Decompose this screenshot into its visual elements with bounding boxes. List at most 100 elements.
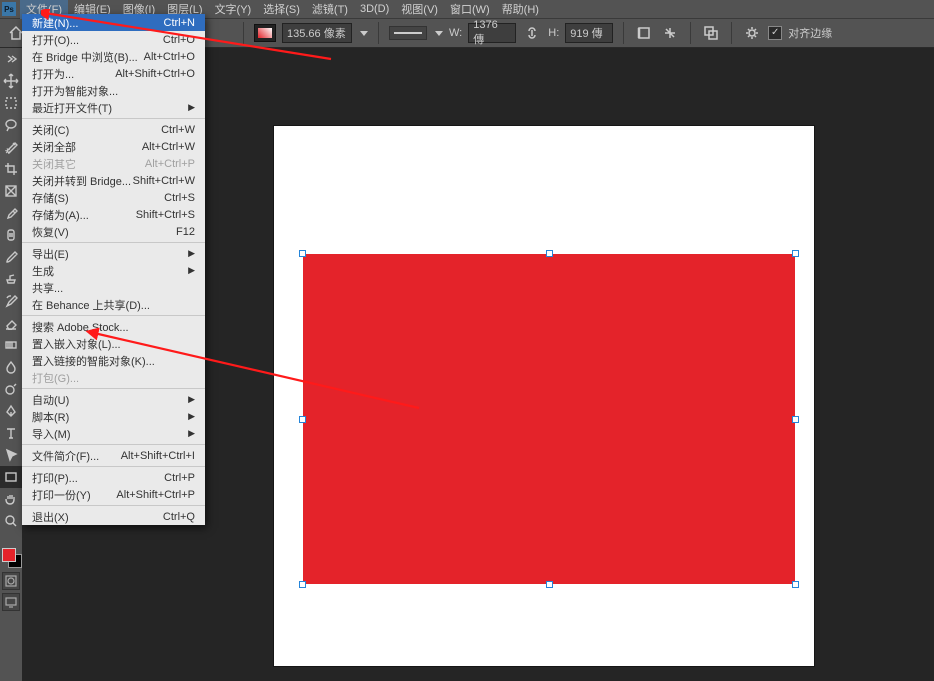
file-menu-item[interactable]: 打开(O)...Ctrl+O — [22, 31, 205, 48]
file-menu-item[interactable]: 关闭(C)Ctrl+W — [22, 121, 205, 138]
stroke-preview[interactable] — [389, 26, 427, 40]
file-menu-item[interactable]: 生成▶ — [22, 262, 205, 279]
transform-handle[interactable] — [299, 581, 306, 588]
file-menu-item[interactable]: 新建(N)...Ctrl+N — [22, 14, 205, 31]
file-menu-item[interactable]: 存储为(A)...Shift+Ctrl+S — [22, 206, 205, 223]
file-menu-item[interactable]: 打印一份(Y)Alt+Shift+Ctrl+P — [22, 486, 205, 503]
transform-handle[interactable] — [792, 581, 799, 588]
quickmask-icon[interactable] — [2, 572, 20, 590]
healing-brush-tool[interactable] — [0, 224, 22, 246]
color-swatches[interactable] — [2, 548, 22, 568]
file-menu-item[interactable]: 退出(X)Ctrl+Q — [22, 508, 205, 525]
submenu-arrow-icon: ▶ — [188, 411, 195, 422]
align-edges-checkbox[interactable] — [768, 26, 782, 40]
align-edges-label: 对齐边缘 — [788, 25, 832, 41]
hand-tool[interactable] — [0, 488, 22, 510]
transform-handle[interactable] — [792, 416, 799, 423]
menu-item-label: 自动(U) — [32, 392, 69, 408]
tool-rail — [0, 48, 22, 532]
width-field[interactable]: 1376 傳 — [468, 23, 516, 43]
transform-handle[interactable] — [546, 250, 553, 257]
type-tool[interactable] — [0, 422, 22, 444]
menu-filter[interactable]: 滤镜(T) — [306, 0, 354, 19]
lasso-tool[interactable] — [0, 114, 22, 136]
crop-tool[interactable] — [0, 158, 22, 180]
app-logo: Ps — [2, 2, 16, 16]
menu-item-shortcut: Alt+Ctrl+O — [144, 51, 195, 63]
screenmode-icon[interactable] — [2, 593, 20, 611]
zoom-value[interactable]: 135.66 像素 — [282, 23, 352, 43]
eraser-tool[interactable] — [0, 312, 22, 334]
document-canvas[interactable] — [274, 126, 814, 666]
frame-tool[interactable] — [0, 180, 22, 202]
transform-handle[interactable] — [792, 250, 799, 257]
file-menu-item[interactable]: 文件简介(F)...Alt+Shift+Ctrl+I — [22, 447, 205, 464]
history-brush-tool[interactable] — [0, 290, 22, 312]
align-edges-icon[interactable] — [660, 23, 680, 43]
submenu-arrow-icon: ▶ — [188, 102, 195, 113]
marquee-tool[interactable] — [0, 92, 22, 114]
menu-item-label: 新建(N)... — [32, 15, 78, 31]
align-left-icon[interactable] — [634, 23, 654, 43]
menu-select[interactable]: 选择(S) — [257, 0, 306, 19]
menu-type[interactable]: 文字(Y) — [209, 0, 258, 19]
link-icon[interactable] — [522, 23, 542, 43]
file-menu-item[interactable]: 打印(P)...Ctrl+P — [22, 469, 205, 486]
file-menu-item[interactable]: 共享... — [22, 279, 205, 296]
menu-item-label: 退出(X) — [32, 509, 69, 525]
transform-handle[interactable] — [299, 250, 306, 257]
menu-item-label: 存储为(A)... — [32, 207, 89, 223]
path-ops-icon[interactable] — [701, 23, 721, 43]
file-menu-item[interactable]: 打开为智能对象... — [22, 82, 205, 99]
file-menu-item[interactable]: 在 Bridge 中浏览(B)...Alt+Ctrl+O — [22, 48, 205, 65]
zoom-tool[interactable] — [0, 510, 22, 532]
menu-item-label: 关闭并转到 Bridge... — [32, 173, 131, 189]
zoom-dropdown-icon[interactable] — [360, 31, 368, 36]
file-menu-item[interactable]: 导出(E)▶ — [22, 245, 205, 262]
height-field[interactable]: 919 傳 — [565, 23, 613, 43]
path-select-tool[interactable] — [0, 444, 22, 466]
file-menu-dropdown: 新建(N)...Ctrl+N打开(O)...Ctrl+O在 Bridge 中浏览… — [22, 14, 205, 525]
file-menu-item[interactable]: 在 Behance 上共享(D)... — [22, 296, 205, 313]
file-menu-item[interactable]: 导入(M)▶ — [22, 425, 205, 442]
file-menu-item[interactable]: 置入嵌入对象(L)... — [22, 335, 205, 352]
height-label: H: — [548, 27, 559, 39]
menu-item-label: 打印(P)... — [32, 470, 78, 486]
collapse-icon[interactable] — [0, 48, 22, 70]
pen-tool[interactable] — [0, 400, 22, 422]
transform-handle[interactable] — [546, 581, 553, 588]
fill-swatch[interactable] — [254, 24, 276, 42]
quick-select-tool[interactable] — [0, 136, 22, 158]
eyedropper-tool[interactable] — [0, 202, 22, 224]
file-menu-item[interactable]: 搜索 Adobe Stock... — [22, 318, 205, 335]
file-menu-item[interactable]: 打开为...Alt+Shift+Ctrl+O — [22, 65, 205, 82]
file-menu-item[interactable]: 恢复(V)F12 — [22, 223, 205, 240]
brush-tool[interactable] — [0, 246, 22, 268]
submenu-arrow-icon: ▶ — [188, 248, 195, 259]
foreground-color-swatch[interactable] — [2, 548, 16, 562]
menu-view[interactable]: 视图(V) — [395, 0, 444, 19]
menu-3d[interactable]: 3D(D) — [354, 1, 395, 17]
file-menu-item[interactable]: 脚本(R)▶ — [22, 408, 205, 425]
file-menu-item[interactable]: 自动(U)▶ — [22, 391, 205, 408]
blur-tool[interactable] — [0, 356, 22, 378]
move-tool[interactable] — [0, 70, 22, 92]
menu-item-label: 关闭全部 — [32, 139, 76, 155]
menu-help[interactable]: 帮助(H) — [496, 0, 545, 19]
clone-stamp-tool[interactable] — [0, 268, 22, 290]
menu-item-label: 最近打开文件(T) — [32, 100, 112, 116]
dodge-tool[interactable] — [0, 378, 22, 400]
menu-window[interactable]: 窗口(W) — [444, 0, 496, 19]
menu-item-label: 在 Behance 上共享(D)... — [32, 297, 150, 313]
gradient-tool[interactable] — [0, 334, 22, 356]
file-menu-item[interactable]: 关闭并转到 Bridge...Shift+Ctrl+W — [22, 172, 205, 189]
red-rectangle-shape[interactable] — [303, 254, 795, 584]
transform-handle[interactable] — [299, 416, 306, 423]
stroke-dropdown-icon[interactable] — [435, 31, 443, 36]
file-menu-item[interactable]: 最近打开文件(T) ▶ — [22, 99, 205, 116]
file-menu-item[interactable]: 关闭全部Alt+Ctrl+W — [22, 138, 205, 155]
rectangle-tool[interactable] — [0, 466, 22, 488]
gear-icon[interactable] — [742, 23, 762, 43]
file-menu-item[interactable]: 存储(S)Ctrl+S — [22, 189, 205, 206]
file-menu-item[interactable]: 置入链接的智能对象(K)... — [22, 352, 205, 369]
